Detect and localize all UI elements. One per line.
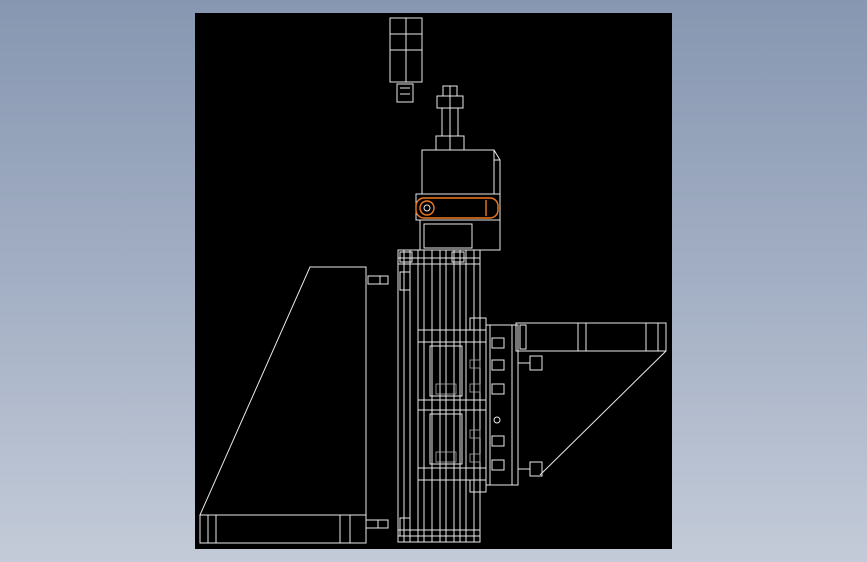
highlighted-pulley[interactable]: [415, 197, 499, 219]
left-bolts[interactable]: [365, 275, 389, 529]
cad-drawing[interactable]: [0, 0, 867, 562]
center-fasteners[interactable]: [435, 359, 481, 463]
left-plate[interactable]: [199, 266, 367, 544]
right-mount-plate[interactable]: [485, 324, 519, 486]
carriage[interactable]: [417, 317, 487, 493]
top-shaft[interactable]: [435, 85, 465, 151]
top-hanging-block[interactable]: [389, 17, 423, 103]
right-bolts[interactable]: [518, 355, 543, 477]
right-bracket[interactable]: [515, 322, 667, 476]
motor-head[interactable]: [415, 149, 501, 251]
